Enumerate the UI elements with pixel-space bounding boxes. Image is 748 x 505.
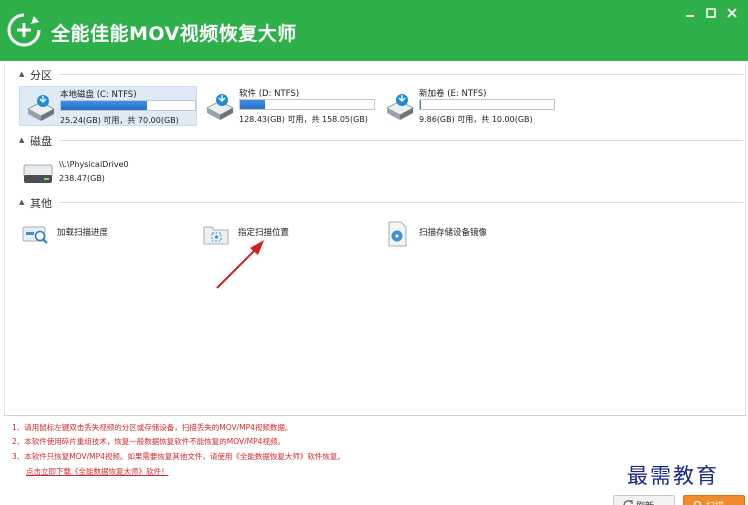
usage-bar-fill bbox=[240, 100, 266, 109]
disk-image-icon bbox=[388, 221, 407, 247]
tool-label: 加载扫描进度 bbox=[57, 228, 109, 238]
app-logo-icon bbox=[7, 12, 42, 47]
title-bar: 全能佳能MOV视频恢复大师 bbox=[0, 0, 748, 61]
partition-size: 25.24(GB) 可用，共 70.00(GB) bbox=[60, 116, 179, 125]
load-progress-icon bbox=[22, 226, 48, 244]
tip-2: 2、本软件使用碎片重组技术，恢复一般数据恢复软件不能恢复的MOV/MP4视频。 bbox=[12, 437, 285, 446]
section-divider bbox=[59, 140, 743, 141]
maximize-button[interactable] bbox=[703, 6, 719, 20]
close-button[interactable] bbox=[724, 6, 740, 20]
partition-e[interactable]: 新加卷 (E: NTFS) 9.86(GB) 可用，共 10.00(GB) bbox=[379, 86, 557, 126]
collapse-triangle-icon: ▲ bbox=[19, 70, 25, 78]
usage-bar-fill bbox=[420, 100, 422, 109]
usage-bar-fill bbox=[61, 101, 147, 110]
scan-button[interactable]: 扫描 bbox=[683, 495, 745, 505]
tip-1: 1、请用鼠标左键双击丢失视频的分区或存储设备，扫描丢失的MOV/MP4视频数据。 bbox=[12, 423, 293, 432]
section-label: 磁盘 bbox=[30, 135, 52, 148]
partition-name: 新加卷 (E: NTFS) bbox=[419, 89, 487, 99]
usage-bar bbox=[419, 99, 555, 110]
partition-name: 本地磁盘 (C: NTFS) bbox=[60, 90, 137, 100]
disk-size: 238.47(GB) bbox=[59, 174, 105, 183]
partition-c[interactable]: 本地磁盘 (C: NTFS) 25.24(GB) 可用，共 70.00(GB) bbox=[19, 86, 197, 126]
hard-disk-icon bbox=[23, 164, 53, 183]
annotation-arrow-icon bbox=[216, 240, 264, 289]
partition-size: 9.86(GB) 可用，共 10.00(GB) bbox=[419, 115, 533, 124]
close-icon bbox=[727, 8, 737, 18]
section-partitions[interactable]: ▲ 分区 bbox=[13, 67, 743, 82]
maximize-icon bbox=[706, 8, 716, 18]
usage-bar bbox=[239, 99, 375, 110]
section-divider bbox=[59, 74, 743, 75]
tool-label: 扫描存储设备镜像 bbox=[419, 228, 488, 238]
section-divider bbox=[59, 202, 743, 203]
partition-size: 128.43(GB) 可用，共 158.05(GB) bbox=[239, 115, 368, 124]
section-label: 其他 bbox=[30, 197, 52, 210]
download-link[interactable]: 点击立即下载《全能数据恢复大师》软件！ bbox=[26, 466, 169, 477]
refresh-label: 刷新 bbox=[636, 499, 654, 505]
physical-disk[interactable]: \\.\PhysicalDrive0 238.47(GB) bbox=[21, 159, 151, 189]
collapse-triangle-icon: ▲ bbox=[19, 198, 25, 206]
minimize-icon bbox=[686, 15, 694, 17]
drive-icon bbox=[386, 94, 414, 120]
collapse-triangle-icon: ▲ bbox=[19, 136, 25, 144]
section-disks[interactable]: ▲ 磁盘 bbox=[13, 133, 743, 148]
main-panel: ▲ 分区 本地磁盘 (C: NTFS) 25.24(GB) 可用，共 70.00… bbox=[4, 63, 746, 415]
scan-icon bbox=[693, 500, 702, 505]
partition-d[interactable]: 软件 (D: NTFS) 128.43(GB) 可用，共 158.05(GB) bbox=[199, 86, 377, 126]
app-title: 全能佳能MOV视频恢复大师 bbox=[51, 23, 297, 45]
watermark-text: 最需教育 bbox=[627, 464, 719, 488]
refresh-icon bbox=[623, 500, 633, 505]
section-others[interactable]: ▲ 其他 bbox=[13, 195, 743, 210]
usage-bar bbox=[60, 100, 196, 111]
partition-name: 软件 (D: NTFS) bbox=[239, 89, 300, 99]
load-scan-progress-item[interactable]: 加载扫描进度 bbox=[21, 221, 161, 247]
tip-3: 3、本软件只恢复MOV/MP4视频。如果需要恢复其他文件，请使用《全能数据恢复大… bbox=[12, 452, 345, 461]
scan-disk-image-item[interactable]: 扫描存储设备镜像 bbox=[383, 221, 543, 247]
scan-label: 扫描 bbox=[706, 499, 724, 505]
minimize-button[interactable] bbox=[682, 6, 698, 20]
drive-icon bbox=[206, 94, 234, 120]
section-label: 分区 bbox=[30, 69, 52, 82]
drive-icon bbox=[27, 95, 55, 121]
refresh-button[interactable]: 刷新 bbox=[613, 495, 675, 505]
disk-name: \\.\PhysicalDrive0 bbox=[59, 160, 129, 169]
